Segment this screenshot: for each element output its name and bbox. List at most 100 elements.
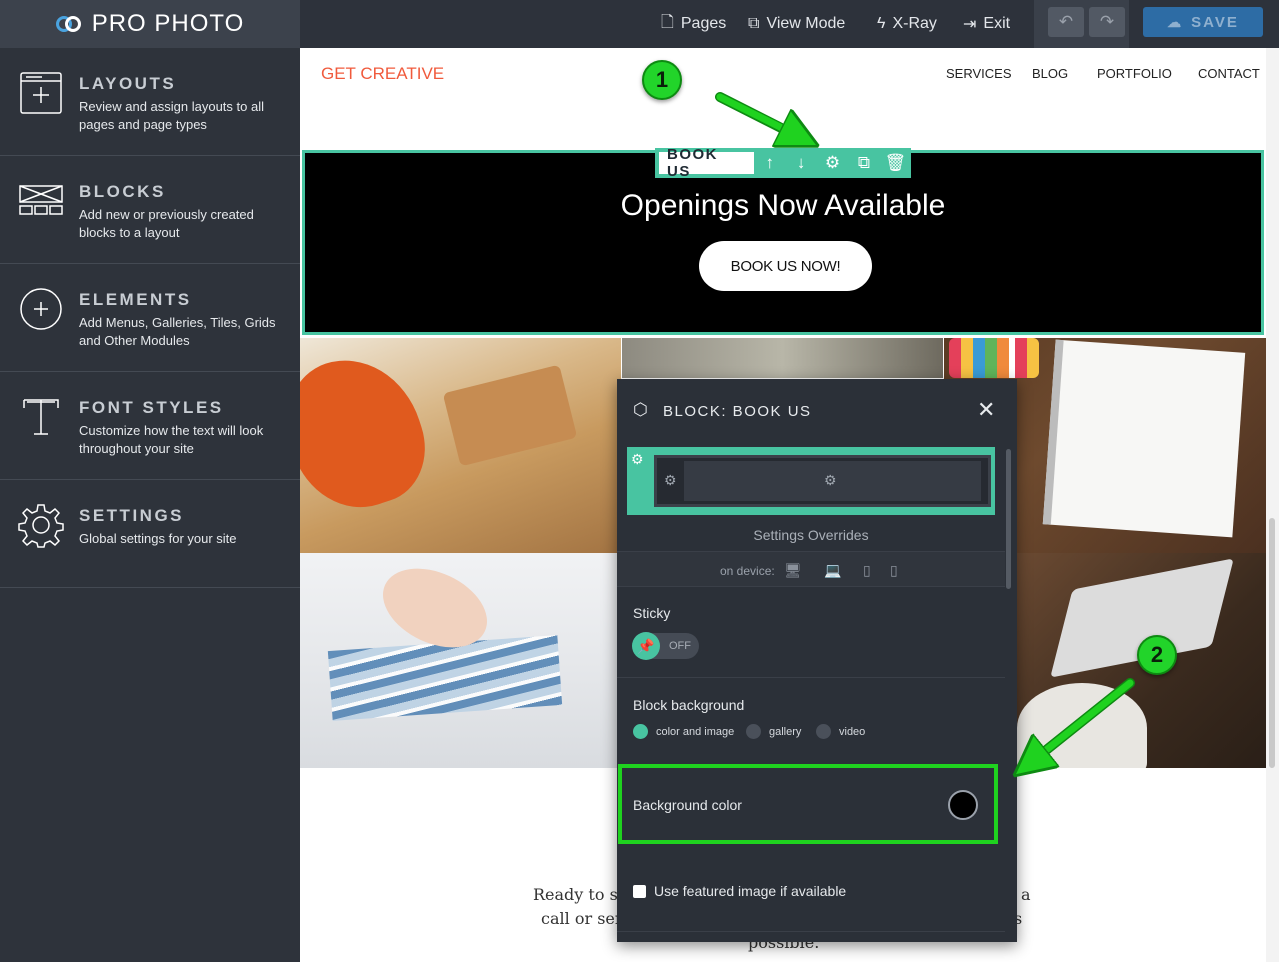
- panel-title: BLOCK: BOOK US: [663, 403, 812, 420]
- scrollbar-thumb[interactable]: [1269, 518, 1275, 768]
- divider: [617, 931, 1005, 932]
- step-badge-2: 2: [1137, 635, 1177, 675]
- panel-header: ⬡ BLOCK: BOOK US ✕: [617, 379, 1017, 443]
- checkbox[interactable]: [633, 884, 646, 898]
- site-nav-portfolio[interactable]: PORTFOLIO: [1097, 66, 1172, 81]
- block-preview[interactable]: ⚙ ⚙ ⚙: [627, 447, 995, 515]
- exit-icon: ⇥: [963, 16, 977, 33]
- page-icon: 🗋: [661, 13, 674, 31]
- sidebar-item-desc: Add new or previously created blocks to …: [79, 207, 254, 240]
- radio-label: gallery: [769, 725, 802, 738]
- radio-label: video: [839, 725, 866, 738]
- featured-label: Use featured image if available: [654, 883, 847, 899]
- tablet-icon[interactable]: ▯: [863, 562, 871, 579]
- body-line: Ready to st: [533, 885, 625, 904]
- radio-label: color and image: [656, 725, 735, 738]
- radio-dot: [633, 724, 648, 739]
- book-us-now-button[interactable]: BOOK US NOW!: [699, 241, 872, 291]
- gear-icon: [18, 504, 64, 548]
- close-icon[interactable]: ✕: [977, 397, 995, 423]
- gear-icon[interactable]: ⚙: [824, 472, 837, 489]
- photo-watercolor: [300, 553, 621, 768]
- elements-icon: [20, 288, 62, 330]
- desktop-icon[interactable]: 🖥: [784, 562, 802, 579]
- sidebar-item-title: BLOCKS: [79, 182, 166, 201]
- xray-button[interactable]: ϟ X-Ray: [877, 0, 937, 48]
- save-button[interactable]: ☁ SAVE: [1143, 7, 1263, 37]
- sidebar-item-settings[interactable]: SETTINGS Global settings for your site: [0, 480, 300, 588]
- block-toolbar: BOOK US ↑ ↓ ⚙ ⧉ 🗑: [655, 146, 911, 180]
- block-settings-panel: ⬡ BLOCK: BOOK US ✕ ⚙ ⚙ ⚙ Settings Overri…: [617, 379, 1017, 942]
- lightning-icon: ϟ: [877, 15, 886, 32]
- pages-label: Pages: [680, 15, 727, 32]
- view-mode-label: View Mode: [766, 15, 846, 32]
- block-settings-gear-icon[interactable]: ⚙: [817, 153, 848, 173]
- notebook-shape: [442, 364, 578, 467]
- radio-video[interactable]: video: [816, 724, 865, 739]
- notebook-shape: [1042, 339, 1246, 538]
- panel-scrollbar[interactable]: [1006, 449, 1011, 589]
- sidebar-item-desc: Add Menus, Galleries, Tiles, Grids and O…: [79, 315, 276, 348]
- site-nav-blog[interactable]: BLOG: [1032, 66, 1068, 81]
- device-label: on device:: [720, 564, 775, 578]
- view-mode-button[interactable]: ⧉ View Mode: [748, 0, 845, 48]
- site-nav-services[interactable]: SERVICES: [946, 66, 1012, 81]
- trash-icon[interactable]: 🗑: [880, 153, 911, 173]
- body-line: a: [1021, 885, 1031, 904]
- history-controls: ↶ ↷: [1034, 0, 1129, 48]
- save-label: SAVE: [1191, 13, 1239, 31]
- sidebar-item-title: LAYOUTS: [79, 74, 177, 93]
- cube-icon: ⬡: [633, 400, 648, 419]
- sidebar-item-title: FONT STYLES: [79, 398, 224, 417]
- exit-label: Exit: [983, 15, 1011, 32]
- radio-dot: [816, 724, 831, 739]
- exit-button[interactable]: ⇥ Exit: [963, 0, 1010, 48]
- block-preview-bar: ⚙: [684, 461, 981, 501]
- sticky-toggle[interactable]: 📌 OFF: [632, 632, 699, 660]
- sidebar-item-elements[interactable]: ELEMENTS Add Menus, Galleries, Tiles, Gr…: [0, 264, 300, 372]
- sidebar-item-layouts[interactable]: LAYOUTS Review and assign layouts to all…: [0, 48, 300, 156]
- duplicate-icon[interactable]: ⧉: [848, 153, 879, 173]
- sidebar-item-desc: Customize how the text will look through…: [79, 423, 264, 456]
- photo-desk-chair: [300, 338, 621, 553]
- laptop-icon[interactable]: 💻: [824, 562, 841, 579]
- move-down-icon[interactable]: ↓: [785, 153, 816, 173]
- block-label: BOOK US: [659, 146, 754, 180]
- move-up-icon[interactable]: ↑: [754, 153, 785, 173]
- sidebar-item-font-styles[interactable]: FONT STYLES Customize how the text will …: [0, 372, 300, 480]
- cloud-icon: ☁: [1167, 13, 1184, 30]
- use-featured-image-checkbox[interactable]: Use featured image if available: [633, 883, 846, 899]
- gear-icon[interactable]: ⚙: [631, 451, 644, 468]
- redo-button[interactable]: ↷: [1089, 7, 1125, 37]
- device-selector: on device: 🖥 💻 ▯ ▯: [617, 551, 1005, 587]
- sticky-label: Sticky: [633, 605, 671, 621]
- undo-icon: ↶: [1058, 12, 1074, 31]
- undo-button[interactable]: ↶: [1048, 7, 1084, 37]
- divider: [617, 677, 1005, 678]
- site-brand[interactable]: GET CREATIVE: [321, 64, 444, 84]
- sidebar: LAYOUTS Review and assign layouts to all…: [0, 48, 300, 962]
- highlight-box: [618, 764, 998, 844]
- blocks-icon: [19, 185, 63, 215]
- watercolor-shape: [327, 635, 563, 721]
- chair-shape: [300, 341, 440, 525]
- canvas-scrollbar[interactable]: [1266, 48, 1279, 962]
- block-background-label: Block background: [633, 697, 745, 713]
- radio-gallery[interactable]: gallery: [746, 724, 801, 739]
- site-nav-contact[interactable]: CONTACT: [1198, 66, 1260, 81]
- top-bar: PRO PHOTO 🗋 Pages ⧉ View Mode ϟ X-Ray ⇥ …: [0, 0, 1279, 48]
- photo-window: [622, 338, 943, 378]
- step-badge-1: 1: [642, 60, 682, 100]
- radio-color-and-image[interactable]: color and image: [633, 724, 734, 739]
- xray-label: X-Ray: [892, 15, 937, 32]
- block-heading: Openings Now Available: [620, 189, 946, 222]
- body-line: call or ser: [541, 909, 623, 928]
- pages-button[interactable]: 🗋 Pages: [661, 0, 726, 48]
- sidebar-item-blocks[interactable]: BLOCKS Add new or previously created blo…: [0, 156, 300, 264]
- phone-icon[interactable]: ▯: [890, 562, 898, 579]
- font-icon: [23, 399, 59, 435]
- gear-icon[interactable]: ⚙: [664, 472, 677, 489]
- settings-overrides-label: Settings Overrides: [753, 527, 869, 543]
- sidebar-item-desc: Review and assign layouts to all pages a…: [79, 99, 264, 132]
- sidebar-item-title: ELEMENTS: [79, 290, 192, 309]
